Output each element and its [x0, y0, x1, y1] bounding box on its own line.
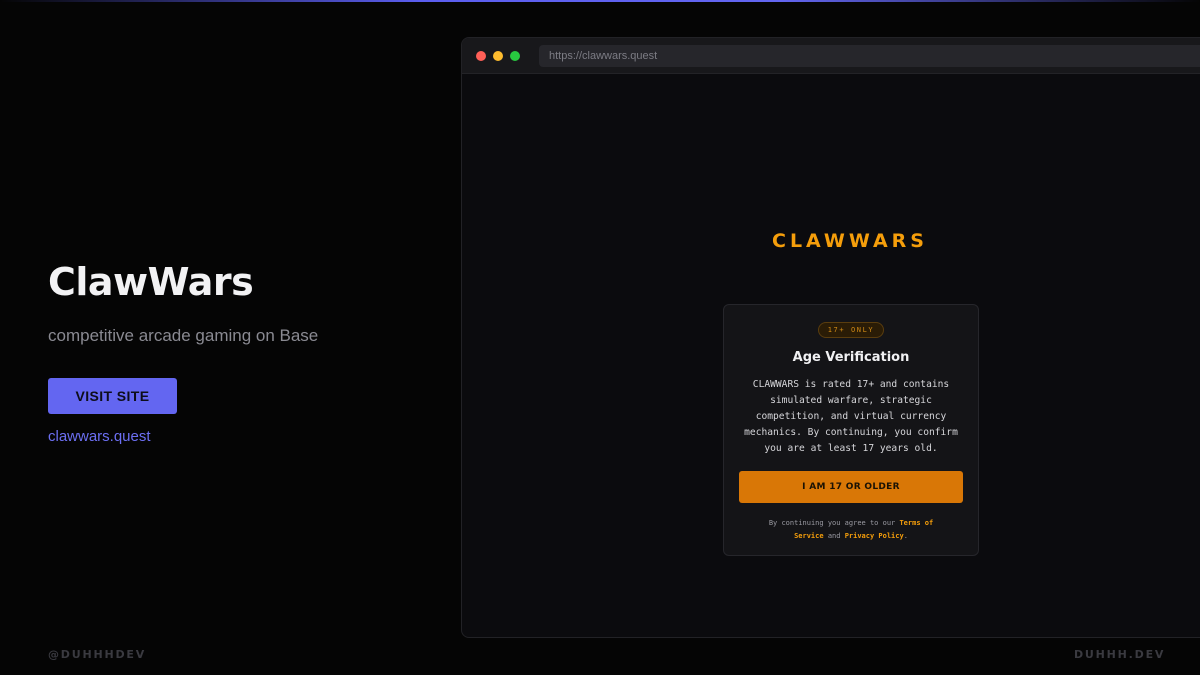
legal-notice: By continuing you agree to our Terms of … — [756, 517, 946, 543]
footer-domain: DUHHH.DEV — [1074, 648, 1166, 661]
app-title: ClawWars — [48, 260, 254, 304]
visit-site-button[interactable]: VISIT SITE — [48, 378, 177, 414]
legal-and: and — [827, 532, 841, 540]
close-window-dot[interactable] — [476, 51, 486, 61]
browser-window: https://clawwars.quest CLAWWARS 17+ ONLY… — [461, 37, 1200, 638]
app-tagline: competitive arcade gaming on Base — [48, 326, 319, 345]
footer-handle: @DUHHHDEV — [48, 648, 147, 661]
minimize-window-dot[interactable] — [493, 51, 503, 61]
brand-logo-text: CLAWWARS — [772, 230, 928, 252]
privacy-policy-link[interactable]: Privacy Policy — [845, 532, 904, 540]
maximize-window-dot[interactable] — [510, 51, 520, 61]
age-verification-modal: 17+ ONLY Age Verification CLAWWARS is ra… — [723, 304, 979, 556]
confirm-age-button[interactable]: I AM 17 OR OLDER — [739, 471, 963, 503]
promo-panel: ClawWars competitive arcade gaming on Ba… — [48, 260, 428, 445]
age-rating-badge: 17+ ONLY — [817, 322, 885, 338]
url-bar[interactable]: https://clawwars.quest — [539, 45, 1200, 67]
top-accent-line — [0, 0, 1200, 2]
browser-chrome: https://clawwars.quest — [462, 38, 1200, 74]
legal-prefix: By continuing you agree to our — [768, 519, 896, 527]
site-link[interactable]: clawwars.quest — [48, 428, 428, 445]
legal-suffix: . — [903, 532, 908, 540]
modal-body-text: CLAWWARS is rated 17+ and contains simul… — [744, 379, 958, 454]
browser-viewport: CLAWWARS 17+ ONLY Age Verification CLAWW… — [462, 74, 1200, 637]
modal-title: Age Verification — [792, 350, 910, 365]
